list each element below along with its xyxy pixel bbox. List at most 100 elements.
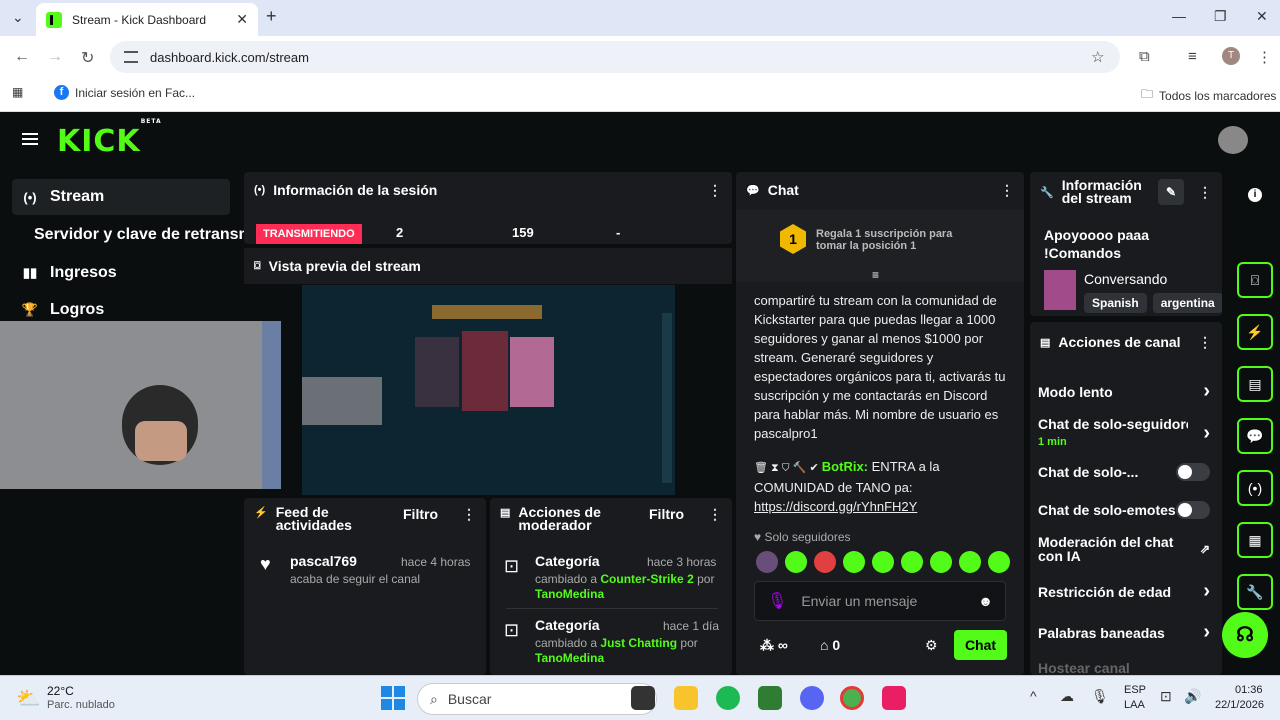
emote-icon[interactable] — [872, 551, 894, 573]
task-view-icon[interactable] — [631, 686, 655, 710]
bot-username[interactable]: BotRix: — [822, 459, 868, 474]
close-window-icon[interactable]: ✕ — [1256, 8, 1268, 25]
preview-toggle-icon[interactable]: ⌼ — [1237, 262, 1273, 298]
bolt-icon[interactable]: ⚡ — [1237, 314, 1273, 350]
app-icon[interactable] — [882, 686, 906, 710]
support-headset-icon[interactable]: ☊ — [1222, 612, 1268, 658]
ai-moderation-row[interactable]: Moderación del chat con IA ⇗ — [1038, 535, 1210, 563]
emote-icon[interactable] — [901, 551, 923, 573]
spotify-icon[interactable] — [716, 686, 740, 710]
subs-only-row[interactable]: Chat de solo-... — [1038, 463, 1210, 481]
desc-user[interactable]: TanoMedina — [535, 651, 604, 665]
emote-icon[interactable] — [930, 551, 952, 573]
browser-tab[interactable]: Stream - Kick Dashboard ✕ — [36, 3, 258, 36]
emote-icon[interactable] — [843, 551, 865, 573]
desc-user[interactable]: TanoMedina — [535, 587, 604, 601]
edit-pencil-icon[interactable]: ✎ — [1158, 179, 1184, 205]
cloud-icon[interactable]: ☁ — [1060, 688, 1074, 705]
weather-temp[interactable]: 22°C — [47, 684, 74, 698]
hamburger-menu-icon[interactable] — [22, 133, 38, 145]
weather-icon[interactable]: ⛅ — [16, 686, 41, 711]
chat-message-input[interactable]: 🎙 Enviar un mensaje ☻ — [754, 581, 1006, 621]
store-button[interactable]: ⌂ 0 — [820, 637, 840, 653]
tab-search-icon[interactable]: ⌄ — [12, 9, 24, 26]
chrome-icon[interactable] — [840, 686, 864, 710]
taskbar-search[interactable]: ⌕ Buscar — [417, 683, 657, 715]
emotes-only-row[interactable]: Chat de solo-emotes — [1038, 501, 1210, 519]
all-bookmarks[interactable]: 🗀 Todos los marcadores — [1141, 85, 1276, 106]
settings-gear-icon[interactable]: ⚙ — [925, 637, 938, 654]
forward-icon[interactable]: → — [47, 48, 63, 66]
more-options-icon[interactable]: ⋮ — [708, 506, 722, 523]
collapse-icon[interactable]: ≡ — [872, 268, 879, 282]
age-restriction-row[interactable]: Restricción de edad › — [1038, 580, 1210, 603]
microphone-icon[interactable]: 🎙 — [767, 591, 787, 611]
more-options-icon[interactable]: ⋮ — [1198, 184, 1212, 201]
bookmark-facebook[interactable]: f Iniciar sesión en Fac... — [54, 85, 195, 100]
mod-actions-icon[interactable]: ▦ — [1237, 522, 1273, 558]
sidebar-item-stream[interactable]: (•) Stream — [12, 179, 230, 215]
file-explorer-icon[interactable] — [674, 686, 698, 710]
emote-icon[interactable] — [814, 551, 836, 573]
emote-icon[interactable] — [988, 551, 1010, 573]
extensions-icon[interactable]: ⧉ — [1139, 48, 1150, 65]
tray-chevron-icon[interactable]: ^ — [1030, 688, 1037, 704]
filter-button[interactable]: Filtro — [649, 506, 684, 522]
emote-icon[interactable] — [785, 551, 807, 573]
desc-category[interactable]: Just Chatting — [600, 636, 677, 650]
gift-banner[interactable]: 1 Regala 1 suscripción para tomar la pos… — [736, 210, 1024, 282]
filter-button[interactable]: Filtro — [403, 506, 438, 522]
emote-icon[interactable] — [959, 551, 981, 573]
minimize-icon[interactable]: — — [1172, 8, 1186, 24]
subs-only-toggle[interactable] — [1176, 463, 1210, 481]
discord-link[interactable]: https://discord.gg/rYhnFH2Y — [754, 499, 917, 514]
emote-icon[interactable] — [756, 551, 778, 573]
app-icon[interactable] — [758, 686, 782, 710]
send-chat-button[interactable]: Chat — [954, 630, 1007, 660]
url-field[interactable]: dashboard.kick.com/stream — [110, 41, 1120, 73]
media-icon[interactable]: ≡ — [1188, 48, 1197, 65]
more-options-icon[interactable]: ⋮ — [708, 182, 722, 199]
stream-category[interactable]: Conversando — [1084, 271, 1167, 287]
banned-words-row[interactable]: Palabras baneadas › — [1038, 621, 1210, 644]
more-options-icon[interactable]: ⋮ — [1198, 334, 1212, 351]
desc-category[interactable]: Counter-Strike 2 — [600, 572, 693, 586]
document-icon[interactable]: ▤ — [1237, 366, 1273, 402]
slow-mode-row[interactable]: Modo lento › — [1038, 380, 1210, 403]
wrench-icon[interactable]: 🔧 — [1237, 574, 1273, 610]
back-icon[interactable]: ← — [14, 48, 30, 66]
broadcast-icon[interactable]: (•) — [1237, 470, 1273, 506]
channel-points[interactable]: ⁂ ∞ — [760, 637, 788, 654]
windows-start-icon[interactable] — [381, 686, 405, 710]
chat-icon[interactable]: 💬 — [1237, 418, 1273, 454]
info-icon[interactable]: i — [1248, 188, 1262, 202]
tag[interactable]: Spanish — [1084, 293, 1147, 313]
emotes-only-toggle[interactable] — [1176, 501, 1210, 519]
sidebar-item-ingresos[interactable]: ▮▮ Ingresos — [12, 255, 230, 291]
more-options-icon[interactable]: ⋮ — [1000, 182, 1014, 199]
tag[interactable]: argentina — [1152, 293, 1222, 313]
user-avatar[interactable] — [1218, 126, 1248, 154]
new-tab-button[interactable]: + — [266, 6, 277, 27]
clock-time[interactable]: 01:36 — [1235, 684, 1263, 696]
volume-icon[interactable]: 🔊 — [1184, 688, 1201, 705]
site-info-icon[interactable] — [124, 51, 138, 63]
lang-code[interactable]: ESP — [1124, 684, 1146, 696]
microphone-tray-icon[interactable]: 🎙 — [1091, 688, 1109, 705]
network-icon[interactable]: ⊡ — [1160, 688, 1172, 705]
apps-grid-icon[interactable]: ▦ — [12, 85, 23, 99]
host-channel-row[interactable]: Hostear canal — [1038, 660, 1210, 676]
sidebar-item-server-key[interactable]: Servidor y clave de retransm — [34, 217, 244, 253]
kick-logo[interactable]: KICKBETA — [57, 118, 162, 159]
stream-preview-video[interactable] — [302, 285, 675, 495]
feed-user[interactable]: pascal769 — [290, 553, 357, 569]
followers-only-row[interactable]: Chat de solo-seguidores 1 min › — [1038, 416, 1210, 450]
restore-icon[interactable]: ❐ — [1214, 8, 1227, 25]
close-tab-icon[interactable]: ✕ — [236, 11, 248, 28]
emoji-icon[interactable]: ☻ — [978, 593, 993, 609]
discord-icon[interactable] — [800, 686, 824, 710]
menu-icon[interactable]: ⋮ — [1257, 48, 1272, 66]
reload-icon[interactable]: ↻ — [81, 48, 94, 68]
more-options-icon[interactable]: ⋮ — [462, 506, 476, 523]
bookmark-star-icon[interactable]: ☆ — [1091, 48, 1104, 66]
